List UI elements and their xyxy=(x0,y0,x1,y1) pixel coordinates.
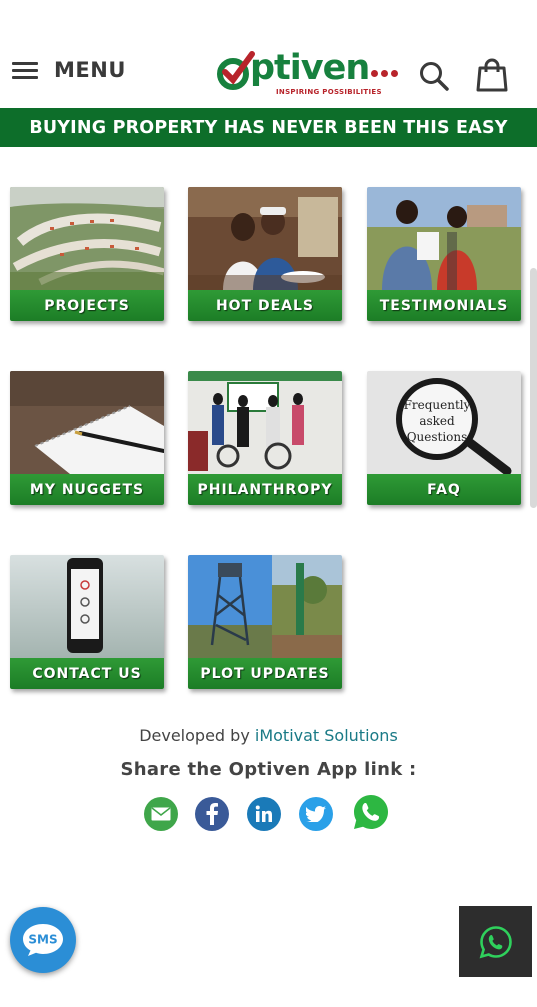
tile-label: TESTIMONIALS xyxy=(379,297,509,314)
whatsapp-icon[interactable] xyxy=(352,793,390,831)
tile-faq[interactable]: Frequently asked Questions FAQ xyxy=(367,371,521,505)
contact-us-image xyxy=(10,555,164,658)
tile-plot-updates[interactable]: PLOT UPDATES xyxy=(188,555,342,689)
projects-image xyxy=(10,187,164,290)
tile-label: PHILANTHROPY xyxy=(197,481,333,498)
philanthropy-image xyxy=(188,371,342,474)
menu-label: MENU xyxy=(54,58,126,82)
tile-label-bar: TESTIMONIALS xyxy=(367,290,521,321)
faq-text-line: Frequently xyxy=(404,398,471,412)
tile-label: CONTACT US xyxy=(32,665,142,682)
sms-bubble-icon: SMS xyxy=(23,924,63,956)
faq-text-line: asked xyxy=(419,414,455,428)
tile-label: MY NUGGETS xyxy=(29,481,145,498)
faq-text-line: Questions xyxy=(407,430,468,444)
shopping-bag-icon[interactable] xyxy=(476,58,508,92)
tile-label-bar: CONTACT US xyxy=(10,658,164,689)
menu-button[interactable]: MENU xyxy=(12,58,126,82)
tile-label-bar: PHILANTHROPY xyxy=(188,474,342,505)
tile-label: PLOT UPDATES xyxy=(200,665,330,682)
logo-text: ptiven xyxy=(250,48,370,88)
developer-link[interactable]: iMotivat Solutions xyxy=(255,726,398,745)
tile-contact-us[interactable]: CONTACT US xyxy=(10,555,164,689)
tile-hot-deals[interactable]: HOT DEALS xyxy=(188,187,342,321)
tile-testimonials[interactable]: TESTIMONIALS xyxy=(367,187,521,321)
tile-label: FAQ xyxy=(427,481,461,498)
email-icon[interactable] xyxy=(144,797,178,831)
my-nuggets-image xyxy=(10,371,164,474)
scrollbar[interactable] xyxy=(530,268,537,508)
promo-banner: BUYING PROPERTY HAS NEVER BEEN THIS EASY xyxy=(0,108,537,147)
whatsapp-icon xyxy=(479,925,512,958)
share-heading: Share the Optiven App link : xyxy=(120,759,417,780)
tile-label-bar: FAQ xyxy=(367,474,521,505)
tile-label: HOT DEALS xyxy=(215,297,315,314)
tile-projects[interactable]: PROJECTS xyxy=(10,187,164,321)
hot-deals-image xyxy=(188,187,342,290)
search-icon[interactable] xyxy=(418,60,450,92)
logo-dots xyxy=(371,70,398,77)
tile-label-bar: MY NUGGETS xyxy=(10,474,164,505)
linkedin-icon[interactable] xyxy=(247,797,281,831)
tile-philanthropy[interactable]: PHILANTHROPY xyxy=(188,371,342,505)
sms-button[interactable]: SMS xyxy=(10,907,76,973)
faq-image: Frequently asked Questions xyxy=(367,371,521,474)
twitter-icon[interactable] xyxy=(299,797,333,831)
whatsapp-float-button[interactable] xyxy=(459,906,532,977)
sms-label: SMS xyxy=(28,933,57,947)
optiven-logo[interactable]: ptiven INSPIRING POSSIBILITIES xyxy=(214,48,410,100)
hamburger-icon xyxy=(12,59,38,81)
tile-label: PROJECTS xyxy=(44,297,130,314)
plot-updates-image xyxy=(188,555,342,658)
developer-credit: Developed by iMotivat Solutions xyxy=(0,726,537,745)
banner-text: BUYING PROPERTY HAS NEVER BEEN THIS EASY xyxy=(29,117,508,138)
logo-tagline: INSPIRING POSSIBILITIES xyxy=(276,88,382,96)
app-header: MENU ptiven INSPIRING POSSIBILITIES xyxy=(0,0,537,108)
tile-my-nuggets[interactable]: MY NUGGETS xyxy=(10,371,164,505)
developed-by-text: Developed by xyxy=(139,726,250,745)
testimonials-image xyxy=(367,187,521,290)
tile-label-bar: HOT DEALS xyxy=(188,290,342,321)
facebook-icon[interactable] xyxy=(195,797,229,831)
tile-label-bar: PROJECTS xyxy=(10,290,164,321)
tile-label-bar: PLOT UPDATES xyxy=(188,658,342,689)
